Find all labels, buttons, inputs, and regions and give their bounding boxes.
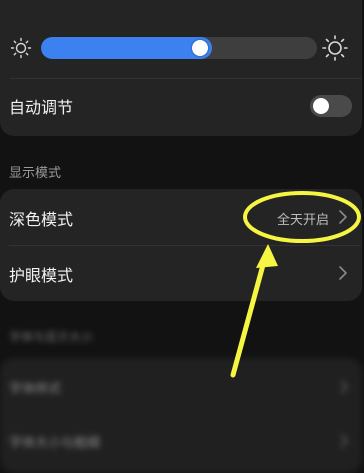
chevron-right-icon [340,380,348,394]
font-size-label[interactable]: 字体大小与粗细 [9,432,100,451]
brightness-card: 自动调节 [0,0,362,136]
sun-small-icon [10,37,32,59]
font-section-label: 字体与显示大小 [9,330,94,344]
auto-adjust-label: 自动调节 [9,98,74,117]
font-settings-card: 字体样式 字体大小与粗细 [0,358,362,473]
chevron-right-icon [339,266,347,280]
display-brightness-page: 自动调节 显示模式 深色模式 全天开启 护眼模式 字体与显示大小 字体样式 字体… [0,0,364,473]
auto-adjust-row[interactable]: 自动调节 [0,80,362,132]
brightness-slider[interactable] [41,37,317,59]
eye-care-label: 护眼模式 [9,266,74,285]
display-mode-section-label: 显示模式 [9,166,62,181]
toggle-knob [313,98,329,114]
brightness-slider-fill [41,37,212,59]
display-mode-card: 深色模式 全天开启 护眼模式 [0,189,362,301]
brightness-slider-thumb[interactable] [192,40,208,56]
font-style-label[interactable]: 字体样式 [9,378,61,397]
brightness-slider-row [0,28,362,68]
dark-mode-row[interactable]: 深色模式 全天开启 [0,189,362,245]
divider [10,78,362,79]
chevron-right-icon [339,210,347,224]
blurred-settings-area: 字体与显示大小 字体样式 字体大小与粗细 [0,318,364,473]
dark-mode-value: 全天开启 [276,213,329,228]
eye-care-row[interactable]: 护眼模式 [0,245,362,301]
auto-adjust-toggle[interactable] [310,95,352,117]
dark-mode-label: 深色模式 [9,210,74,229]
sun-large-icon [322,35,348,61]
chevron-right-icon [340,434,348,448]
